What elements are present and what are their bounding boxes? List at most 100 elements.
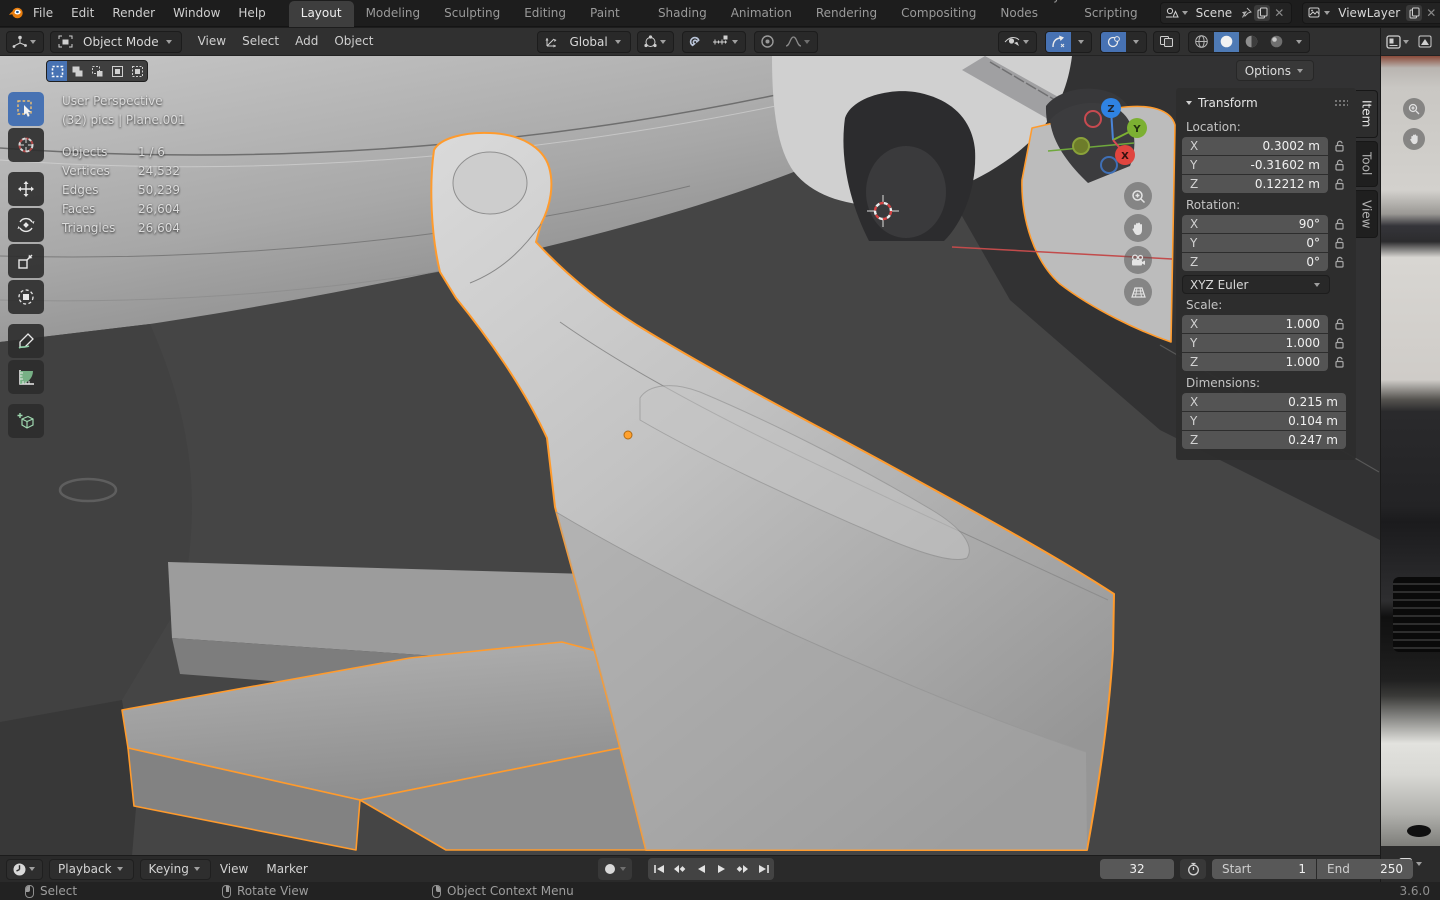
workspace-tab-sculpting[interactable]: Sculpting (432, 1, 512, 27)
workspace-tab-geometry-nodes[interactable]: Geometry Nodes (988, 0, 1072, 27)
remove-viewlayer-icon[interactable]: ✕ (1422, 6, 1440, 20)
scene-browse-chevron[interactable] (1181, 11, 1188, 15)
end-frame-field[interactable]: End 250 (1317, 859, 1413, 879)
workspace-tab-texture-paint[interactable]: Texture Paint (578, 0, 646, 27)
location-x-field[interactable]: X 0.3002 m (1182, 137, 1328, 155)
shading-material-button[interactable] (1239, 32, 1264, 52)
menu-object[interactable]: Object (326, 28, 381, 55)
blender-logo-icon[interactable] (8, 5, 24, 21)
editor-type-button[interactable] (6, 30, 44, 53)
sidebar-tab-tool[interactable]: Tool (1356, 141, 1378, 187)
gizmo-settings-dropdown[interactable] (1071, 32, 1091, 52)
tool-select-box[interactable] (8, 92, 44, 126)
viewlayer-name[interactable]: ViewLayer (1332, 6, 1406, 20)
perspective-toggle-button[interactable] (1124, 278, 1152, 306)
pin-icon[interactable] (1238, 5, 1254, 21)
rotation-mode-dropdown[interactable]: XYZ Euler (1182, 275, 1330, 294)
viewport-3d[interactable]: Z Y X Options User Perspective (32) pics… (0, 56, 1380, 855)
tool-transform[interactable] (8, 280, 44, 314)
transform-orientation-dropdown[interactable]: Global (537, 30, 631, 53)
show-overlays-toggle[interactable] (1101, 31, 1126, 52)
scale-z-field[interactable]: Z 1.000 (1182, 353, 1328, 371)
pan-view-button[interactable] (1124, 214, 1152, 242)
camera-view-button[interactable] (1124, 246, 1152, 274)
menu-window[interactable]: Window (164, 0, 229, 26)
image-editor-type-chevron[interactable] (1403, 39, 1409, 44)
rotation-x-field[interactable]: X 90° (1182, 215, 1328, 233)
location-z-field[interactable]: Z 0.12212 m (1182, 175, 1328, 193)
select-invert-button[interactable] (107, 61, 127, 81)
next-keyframe-button[interactable] (732, 858, 753, 880)
use-preview-range-button[interactable] (1180, 859, 1206, 879)
show-gizmo-toggle[interactable] (1046, 31, 1071, 52)
workspace-tab-rendering[interactable]: Rendering (804, 1, 889, 27)
tool-add-cube[interactable] (8, 404, 44, 438)
location-y-field[interactable]: Y -0.31602 m (1182, 156, 1328, 174)
scale-y-field[interactable]: Y 1.000 (1182, 334, 1328, 352)
keying-menu[interactable]: Keying (139, 858, 211, 880)
tool-annotate[interactable] (8, 324, 44, 358)
select-subtract-button[interactable] (87, 61, 107, 81)
lock-icon[interactable] (1328, 140, 1350, 152)
current-frame-field[interactable]: 32 (1100, 859, 1174, 879)
viewlayer-icon[interactable] (1306, 5, 1322, 21)
proportional-falloff-dropdown[interactable] (780, 32, 817, 52)
workspace-tab-compositing[interactable]: Compositing (889, 1, 988, 27)
snap-settings-dropdown[interactable] (707, 32, 745, 52)
footer-editor-chevron[interactable] (1415, 862, 1422, 866)
workspace-tab-modeling[interactable]: Modeling (354, 1, 433, 27)
start-frame-field[interactable]: Start 1 (1212, 859, 1316, 879)
menu-help[interactable]: Help (229, 0, 274, 26)
play-button[interactable] (711, 858, 732, 880)
shading-rendered-button[interactable] (1264, 32, 1289, 52)
gizmo-negz-ball[interactable] (1100, 156, 1118, 174)
rotation-z-field[interactable]: Z 0° (1182, 253, 1328, 271)
select-intersect-button[interactable] (127, 61, 147, 81)
shading-wireframe-button[interactable] (1189, 32, 1214, 52)
image-zoom-button[interactable] (1403, 98, 1425, 120)
menu-render[interactable]: Render (103, 0, 164, 26)
viewlayer-browse-chevron[interactable] (1324, 11, 1331, 15)
panel-collapse-chevron[interactable] (1186, 101, 1192, 105)
lock-icon[interactable] (1328, 256, 1350, 268)
playback-menu[interactable]: Playback (49, 858, 134, 880)
shading-solid-button[interactable] (1214, 31, 1239, 52)
jump-to-end-button[interactable] (753, 858, 774, 880)
tool-move[interactable] (8, 172, 44, 206)
image-pan-button[interactable] (1403, 128, 1425, 150)
sidebar-tab-item[interactable]: Item (1356, 90, 1378, 138)
menu-select[interactable]: Select (234, 28, 287, 55)
rotation-y-field[interactable]: Y 0° (1182, 234, 1328, 252)
workspace-tab-layout[interactable]: Layout (288, 0, 354, 27)
new-scene-copy-icon[interactable] (1254, 5, 1271, 21)
lock-icon[interactable] (1328, 218, 1350, 230)
lock-icon[interactable] (1328, 356, 1350, 368)
reference-photo[interactable] (1381, 56, 1440, 846)
lock-icon[interactable] (1328, 237, 1350, 249)
timeline-view-menu[interactable]: View (211, 862, 257, 876)
lock-icon[interactable] (1328, 337, 1350, 349)
menu-edit[interactable]: Edit (62, 0, 103, 26)
gizmo-negy-ball[interactable] (1072, 137, 1090, 155)
options-dropdown[interactable]: Options (1235, 60, 1314, 81)
new-viewlayer-copy-icon[interactable] (1406, 5, 1423, 21)
play-reverse-button[interactable] (690, 858, 711, 880)
zoom-view-button[interactable] (1124, 182, 1152, 210)
lock-icon[interactable] (1328, 178, 1350, 190)
scene-icon[interactable] (1164, 5, 1180, 21)
shading-settings-dropdown[interactable] (1289, 32, 1309, 52)
lock-icon[interactable] (1328, 318, 1350, 330)
workspace-tab-uv-editing[interactable]: UV Editing (512, 0, 578, 27)
workspace-tab-animation[interactable]: Animation (719, 1, 804, 27)
visibility-dropdown[interactable] (998, 30, 1037, 53)
pivot-point-dropdown[interactable] (636, 30, 674, 53)
keying-set-chevron[interactable] (620, 867, 626, 871)
select-set-button[interactable] (47, 61, 67, 81)
sidebar-tab-view[interactable]: View (1356, 190, 1378, 238)
image-editor-type-button[interactable] (1385, 34, 1401, 50)
workspace-tab-scripting[interactable]: Scripting (1072, 1, 1149, 27)
tool-measure[interactable] (8, 360, 44, 394)
menu-view[interactable]: View (190, 28, 234, 55)
lock-icon[interactable] (1328, 159, 1350, 171)
dimensions-x-field[interactable]: X 0.215 m (1182, 393, 1346, 411)
